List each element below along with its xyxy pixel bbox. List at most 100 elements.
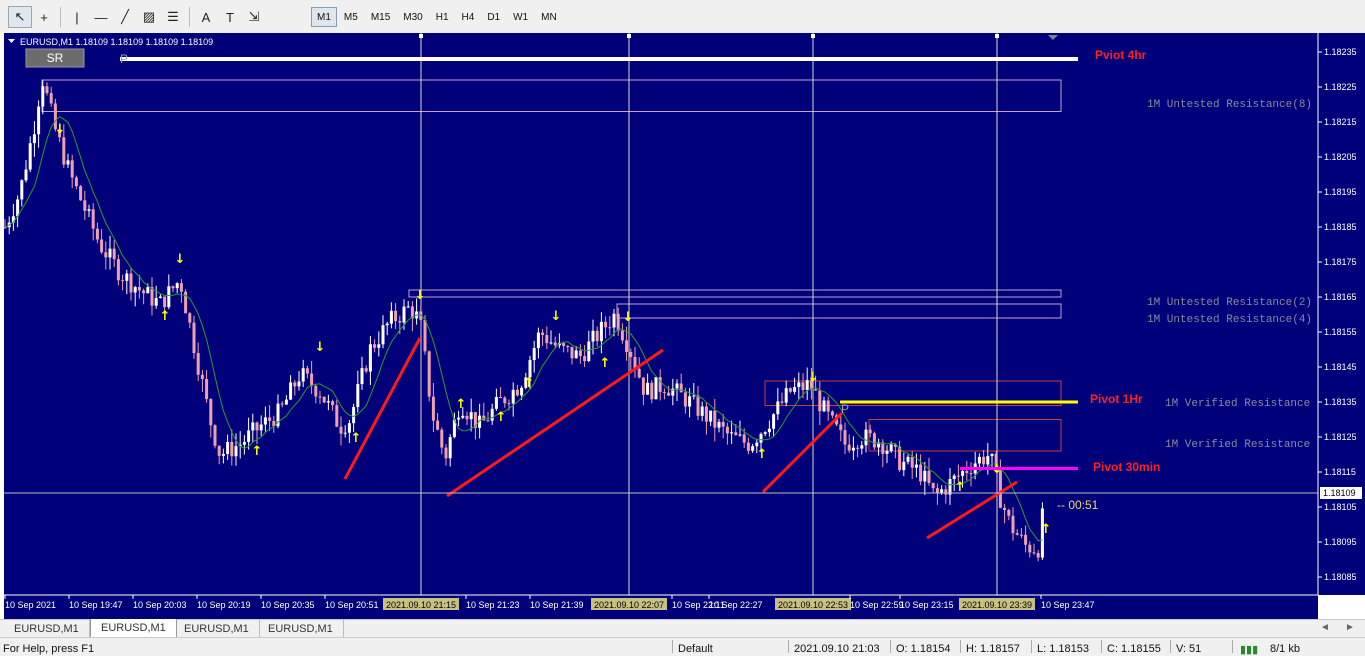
candle-body	[331, 401, 335, 406]
zone-label: 1M Untested Resistance(2)	[1147, 297, 1312, 309]
candle-body	[952, 475, 956, 479]
price-axis-label: 1.18135	[1324, 397, 1357, 407]
candle-body	[116, 259, 120, 281]
toolbar: ↖ + | — ╱ ▨ ☰ A T ⇲ M1 M5 M15 M30 H1 H4 D1 W1 MN	[0, 0, 1365, 34]
tab-eurusd-m1[interactable]: EURUSD,M1	[258, 620, 344, 637]
price-axis-label: 1.18225	[1324, 82, 1357, 92]
candle-body	[112, 248, 116, 260]
candle-body	[146, 287, 150, 294]
tab-eurusd-m1[interactable]: EURUSD,M1	[90, 619, 177, 638]
timeframe-w1[interactable]: W1	[507, 7, 534, 27]
candle-body	[427, 351, 431, 397]
up-arrow-icon: ↑	[160, 309, 171, 324]
candle-body	[583, 356, 587, 362]
candle-body	[709, 410, 713, 422]
channel-icon[interactable]: ▨	[137, 6, 161, 28]
trendline-icon[interactable]: ╱	[113, 6, 137, 28]
horizontal-line-icon[interactable]: —	[89, 6, 113, 28]
candle-body	[230, 441, 234, 457]
candle-body	[751, 446, 755, 451]
vertical-line-handle[interactable]	[627, 34, 631, 38]
candle-body	[927, 470, 931, 483]
timeframe-h4[interactable]: H4	[456, 7, 481, 27]
candle-body	[683, 392, 687, 407]
candle-body	[226, 441, 230, 454]
timeframe-m5[interactable]: M5	[338, 7, 364, 27]
plot-area[interactable]	[4, 33, 1318, 595]
candle-body	[171, 286, 175, 289]
candle-body	[1003, 507, 1007, 511]
candle-body	[339, 426, 343, 434]
candle-body	[280, 403, 284, 405]
candle-body	[612, 313, 616, 328]
time-axis-label: 10 Sep 23:15	[900, 600, 954, 610]
candle-body	[494, 396, 498, 409]
time-axis-label: 10 Sep 22:59	[850, 600, 904, 610]
candle-body	[965, 470, 969, 474]
chart-window[interactable]: 2021.09.10 21:15 2021.09.10 22:07 2021.09.…	[0, 33, 1365, 619]
candle-body	[986, 456, 990, 465]
tab-prev-icon[interactable]: ◄	[1320, 622, 1330, 633]
candle-body	[469, 412, 473, 420]
candle-body	[885, 450, 889, 454]
bar-volume: V: 51	[1176, 643, 1202, 655]
vertical-line-handle[interactable]	[811, 34, 815, 38]
timeframe-m1[interactable]: M1	[311, 7, 337, 27]
down-arrow-icon: ↓	[175, 252, 186, 267]
down-arrow-icon: ↓	[808, 370, 819, 385]
candle-body	[200, 374, 204, 380]
candle-body	[482, 415, 486, 421]
cursor-icon[interactable]: ↖	[8, 6, 32, 28]
candle-body	[730, 432, 734, 434]
candle-body	[625, 340, 629, 352]
candle-body	[242, 441, 246, 445]
tab-eurusd-m1[interactable]: EURUSD,M1	[174, 620, 260, 637]
vline-time-label: 2021.09.10 22:53	[778, 600, 848, 610]
time-axis-label: 10 Sep 22:27	[709, 600, 763, 610]
down-arrow-icon: ↓	[551, 309, 562, 324]
vertical-line-handle[interactable]	[995, 34, 999, 38]
price-chart[interactable]: 2021.09.10 21:15 2021.09.10 22:07 2021.09.…	[0, 33, 1365, 619]
text-label-icon[interactable]: T	[218, 6, 242, 28]
zone-label: 1M Untested Resistance(8)	[1147, 99, 1312, 111]
fibonacci-icon[interactable]: ☰	[161, 6, 185, 28]
candle-body	[423, 319, 427, 352]
timeframe-m15[interactable]: M15	[365, 7, 396, 27]
candle-body	[1036, 553, 1040, 558]
candle-body	[910, 456, 914, 468]
price-axis-label: 1.18175	[1324, 257, 1357, 267]
text-icon[interactable]: A	[194, 6, 218, 28]
candle-body	[45, 86, 49, 94]
vertical-line-icon[interactable]: |	[65, 6, 89, 28]
vertical-line-handle[interactable]	[419, 34, 423, 38]
chart-tabs: ◄ ► EURUSD,M1 EURUSD,M1 EURUSD,M1 EURUSD,M1	[0, 619, 1365, 638]
candle-body	[688, 396, 692, 407]
tab-eurusd-m1[interactable]: EURUSD,M1	[4, 620, 90, 637]
candle-body	[616, 313, 620, 331]
candle-body	[74, 177, 78, 187]
timeframe-h1[interactable]: H1	[430, 7, 455, 27]
timeframe-m30[interactable]: M30	[397, 7, 428, 27]
time-axis-label: 10 Sep 20:19	[197, 600, 251, 610]
timeframe-d1[interactable]: D1	[481, 7, 506, 27]
candle-body	[79, 186, 83, 201]
candle-body	[692, 395, 696, 397]
shapes-icon[interactable]: ⇲	[242, 6, 266, 28]
candle-body	[948, 478, 952, 495]
tab-next-icon[interactable]: ►	[1345, 622, 1355, 633]
candle-body	[881, 442, 885, 454]
candle-body	[629, 351, 633, 358]
candle-body	[499, 396, 503, 398]
candle-body	[360, 368, 364, 385]
candle-body	[856, 447, 860, 449]
candle-body	[62, 137, 66, 165]
candle-body	[440, 429, 444, 448]
crosshair-icon[interactable]: +	[32, 6, 56, 28]
candle-body	[788, 388, 792, 392]
timeframe-mn[interactable]: MN	[535, 7, 563, 27]
drawing-tools: ↖ + | — ╱ ▨ ☰ A T ⇲	[8, 5, 266, 29]
candle-body	[284, 399, 288, 405]
candle-body	[637, 368, 641, 378]
candle-body	[217, 445, 221, 456]
candle-body	[108, 248, 112, 258]
